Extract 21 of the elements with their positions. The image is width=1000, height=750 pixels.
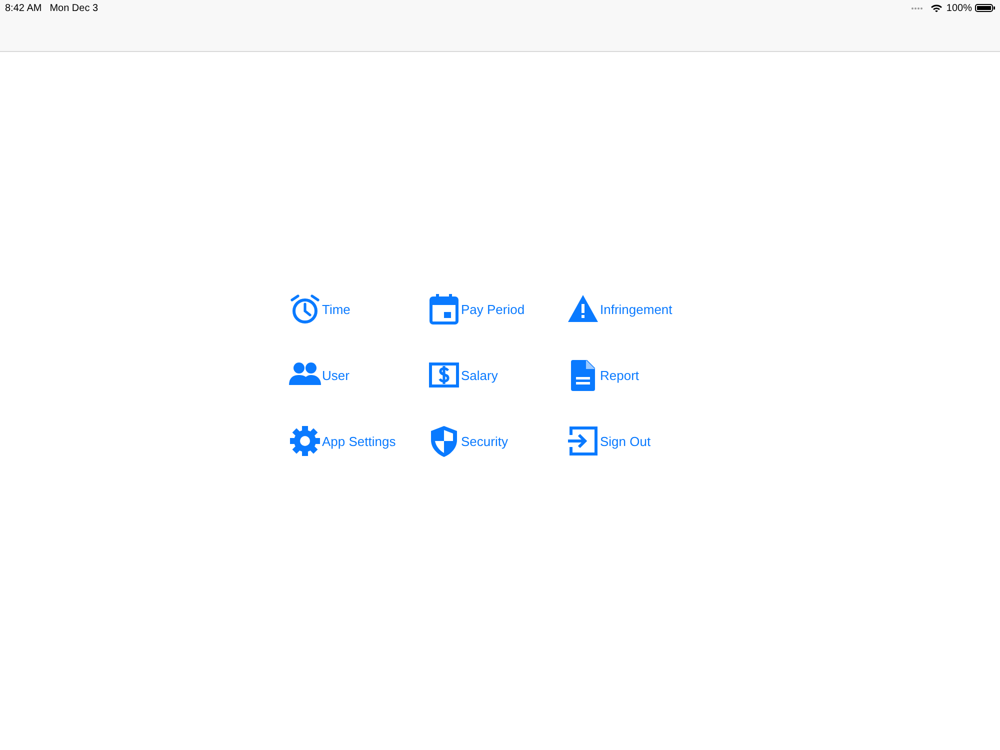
menu-item[interactable]: Sign Out	[567, 425, 651, 457]
menu-item[interactable]: Salary	[428, 359, 498, 391]
menu-item[interactable]: App Settings	[289, 425, 396, 457]
gear-icon	[289, 425, 321, 457]
alarm-clock-icon	[289, 293, 321, 325]
calendar-icon	[428, 293, 460, 325]
sign-out-icon	[567, 425, 599, 457]
menu-item[interactable]: Time	[289, 293, 350, 325]
warning-icon	[567, 293, 599, 325]
wifi-icon	[931, 4, 942, 12]
status-time: 8:42 AM	[5, 2, 42, 14]
menu-item[interactable]: Report	[567, 359, 640, 391]
battery-percent: 100%	[946, 2, 972, 14]
menu-item[interactable]: Infringement	[567, 293, 672, 325]
shield-icon	[428, 425, 460, 457]
menu-item[interactable]: User	[289, 359, 350, 391]
battery-icon	[975, 4, 995, 12]
signal-icon	[911, 6, 924, 10]
menu-item[interactable]: Pay Period	[428, 293, 525, 325]
menu-item[interactable]: Security	[428, 425, 508, 457]
status-date: Mon Dec 3	[50, 2, 98, 14]
